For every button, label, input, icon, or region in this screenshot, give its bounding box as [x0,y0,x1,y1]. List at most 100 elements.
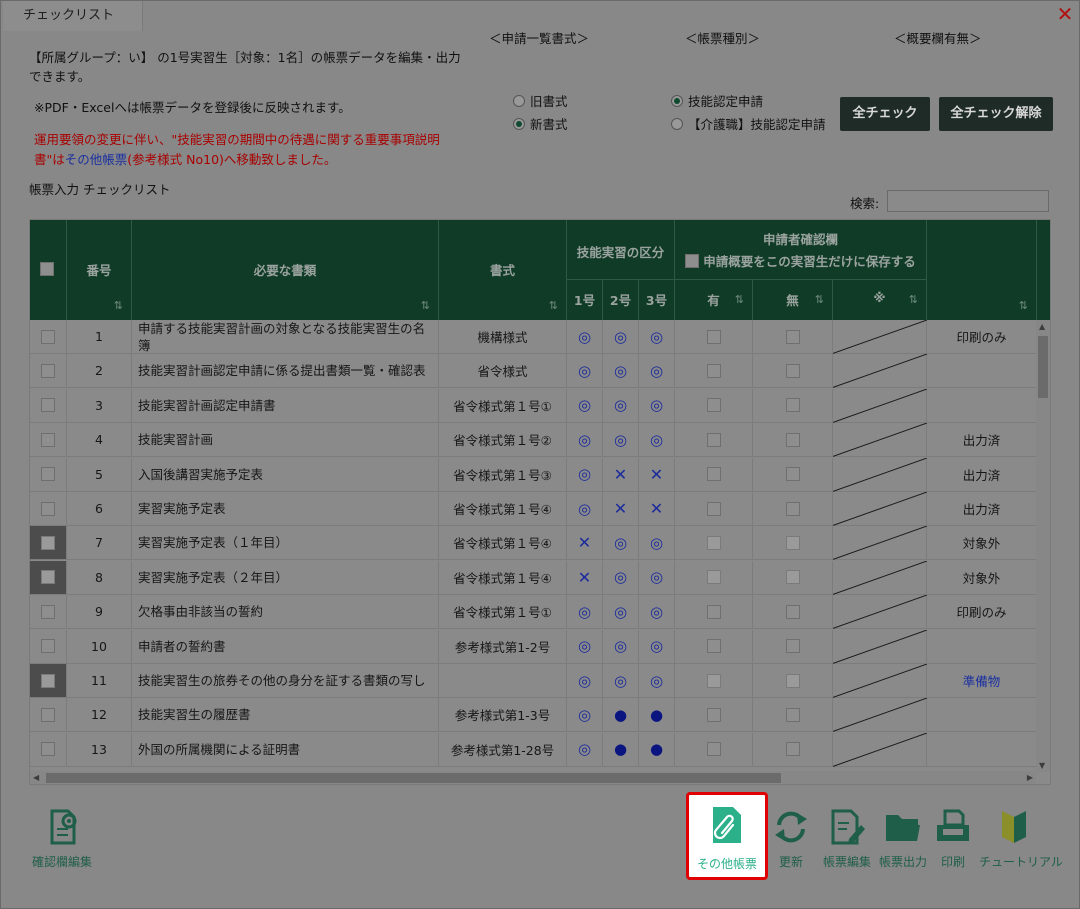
form-output-button[interactable]: 帳票出力 [877,807,929,871]
scroll-left-icon[interactable]: ◀ [33,773,39,782]
row-number: 6 [67,492,132,525]
row-checkbox[interactable] [41,398,55,413]
confirm-no-checkbox[interactable] [785,570,800,585]
row-format: 省令様式第１号① [439,595,567,629]
other-forms-link[interactable]: その他帳票 [65,152,128,167]
header-checkbox[interactable] [40,262,54,276]
table-row[interactable]: 1 申請する技能実習計画の対象となる技能実習生の名簿 機構様式 ◎ ◎ ◎ 印刷のみ [30,320,1036,354]
horizontal-scroll-thumb[interactable] [46,773,781,783]
confirm-yes-checkbox[interactable] [706,707,721,722]
category-mark: ✕ [649,499,664,518]
close-icon[interactable]: ✕ [1055,3,1075,25]
header-yes[interactable]: 有 ⇅ [675,280,753,320]
row-checkbox-cell [30,595,67,629]
confirm-no-checkbox[interactable] [785,673,800,688]
header-note[interactable]: ※ ⇅ [833,280,927,320]
row-checkbox[interactable] [41,467,55,482]
confirm-yes-checkbox[interactable] [706,604,721,619]
header-doc[interactable]: 必要な書類 ⇅ [132,220,439,320]
other-forms-button[interactable]: その他帳票 [689,801,765,873]
confirm-yes-checkbox[interactable] [706,673,721,688]
confirm-no-checkbox[interactable] [785,707,800,722]
confirm-yes-checkbox[interactable] [706,570,721,585]
row-checkbox[interactable] [41,673,55,688]
table-row[interactable]: 4 技能実習計画 省令様式第１号② ◎ ◎ ◎ 出力済 [30,423,1036,458]
row-category-c3: ◎ [639,526,675,560]
confirm-no-checkbox[interactable] [785,329,800,344]
radio-skill-cert[interactable]: 技能認定申請 [671,91,763,110]
confirm-no-checkbox[interactable] [785,467,800,482]
confirm-yes-checkbox[interactable] [706,432,721,447]
check-all-button[interactable]: 全チェック [840,97,930,131]
confirm-no-checkbox[interactable] [785,363,800,378]
row-category-c3: ◎ [639,423,675,457]
radio-care-skill-cert[interactable]: 【介護職】技能認定申請 [671,114,826,133]
form-edit-button[interactable]: 帳票編集 [819,807,875,871]
row-checkbox[interactable] [41,604,55,619]
table-row[interactable]: 11 技能実習生の旅券その他の身分を証する書類の写し ◎ ◎ ◎ 準備物 [30,664,1036,698]
row-checkbox[interactable] [41,432,55,447]
print-button[interactable]: 印刷 [931,807,975,871]
scroll-right-icon[interactable]: ▶ [1027,773,1033,782]
search-input[interactable] [887,190,1049,212]
header-no[interactable]: 無 ⇅ [753,280,833,320]
notice-line-1: 運用要領の変更に伴い、"技能実習の期間中の待遇に関する重要事項説明 [34,132,440,147]
header-number[interactable]: 番号 ⇅ [67,220,132,320]
confirm-no-checkbox[interactable] [785,639,800,654]
tutorial-button[interactable]: チュートリアル [979,807,1063,871]
save-summary-checkbox[interactable] [685,253,700,268]
row-checkbox[interactable] [41,570,55,585]
row-status-link[interactable]: 準備物 [927,664,1036,697]
table-row[interactable]: 2 技能実習計画認定申請に係る提出書類一覧・確認表 省令様式 ◎ ◎ ◎ [30,354,1036,389]
row-checkbox[interactable] [41,639,55,654]
table-row[interactable]: 3 技能実習計画認定申請書 省令様式第１号① ◎ ◎ ◎ [30,388,1036,423]
confirm-no-checkbox[interactable] [785,432,800,447]
confirm-no-checkbox[interactable] [785,501,800,516]
table-row[interactable]: 13 外国の所属機関による証明書 参考様式第1-28号 ◎ ● ● [30,732,1036,767]
radio-old-format[interactable]: 旧書式 [513,91,568,110]
confirm-no-checkbox[interactable] [785,535,800,550]
confirm-yes-checkbox[interactable] [706,742,721,757]
row-checkbox[interactable] [41,329,55,344]
confirm-no-checkbox[interactable] [785,604,800,619]
confirm-yes-checkbox[interactable] [706,398,721,413]
radio-icon [671,117,683,130]
vertical-scrollbar[interactable]: ▲ ▼ [1036,320,1050,772]
row-checkbox[interactable] [41,501,55,516]
table-row[interactable]: 5 入国後講習実施予定表 省令様式第１号③ ◎ ✕ ✕ 出力済 [30,457,1036,492]
refresh-button[interactable]: 更新 [769,807,813,871]
scroll-up-icon[interactable]: ▲ [1039,322,1045,331]
table-row[interactable]: 10 申請者の誓約書 参考様式第1-2号 ◎ ◎ ◎ [30,629,1036,664]
table-row[interactable]: 9 欠格事由非該当の誓約 省令様式第１号① ◎ ◎ ◎ 印刷のみ [30,595,1036,630]
horizontal-scrollbar[interactable]: ◀ ▶ [30,771,1036,784]
row-category-c1: ◎ [567,457,603,491]
uncheck-all-button[interactable]: 全チェック解除 [939,97,1053,131]
confirm-no-checkbox[interactable] [785,742,800,757]
confirm-yes-checkbox[interactable] [706,639,721,654]
row-confirm-yes [675,457,753,491]
table-row[interactable]: 7 実習実施予定表（１年目） 省令様式第１号④ ✕ ◎ ◎ 対象外 [30,526,1036,561]
header-format[interactable]: 書式 ⇅ [439,220,567,320]
confirm-yes-checkbox[interactable] [706,501,721,516]
row-checkbox[interactable] [41,707,55,722]
header-confirm-sub[interactable]: 申請概要をこの実習生だけに保存する [675,251,926,270]
table-row[interactable]: 12 技能実習生の履歴書 参考様式第1-3号 ◎ ● ● [30,698,1036,733]
row-category-c1: ◎ [567,388,603,422]
radio-new-format[interactable]: 新書式 [513,114,568,133]
row-doc: 外国の所属機関による証明書 [132,732,439,766]
row-checkbox[interactable] [41,742,55,757]
confirm-yes-checkbox[interactable] [706,535,721,550]
row-checkbox[interactable] [41,535,55,550]
confirm-yes-checkbox[interactable] [706,329,721,344]
table-row[interactable]: 8 実習実施予定表（２年目） 省令様式第１号④ ✕ ◎ ◎ 対象外 [30,560,1036,595]
confirm-yes-checkbox[interactable] [706,363,721,378]
row-checkbox[interactable] [41,363,55,378]
confirm-no-checkbox[interactable] [785,398,800,413]
header-status[interactable]: ⇅ [927,220,1037,320]
confirm-yes-checkbox[interactable] [706,467,721,482]
vertical-scroll-thumb[interactable] [1038,336,1048,398]
diagonal-line [833,629,927,664]
table-row[interactable]: 6 実習実施予定表 省令様式第１号④ ◎ ✕ ✕ 出力済 [30,492,1036,526]
confirm-edit-button[interactable]: 確認欄編集 [29,807,95,871]
scroll-down-icon[interactable]: ▼ [1039,761,1045,770]
